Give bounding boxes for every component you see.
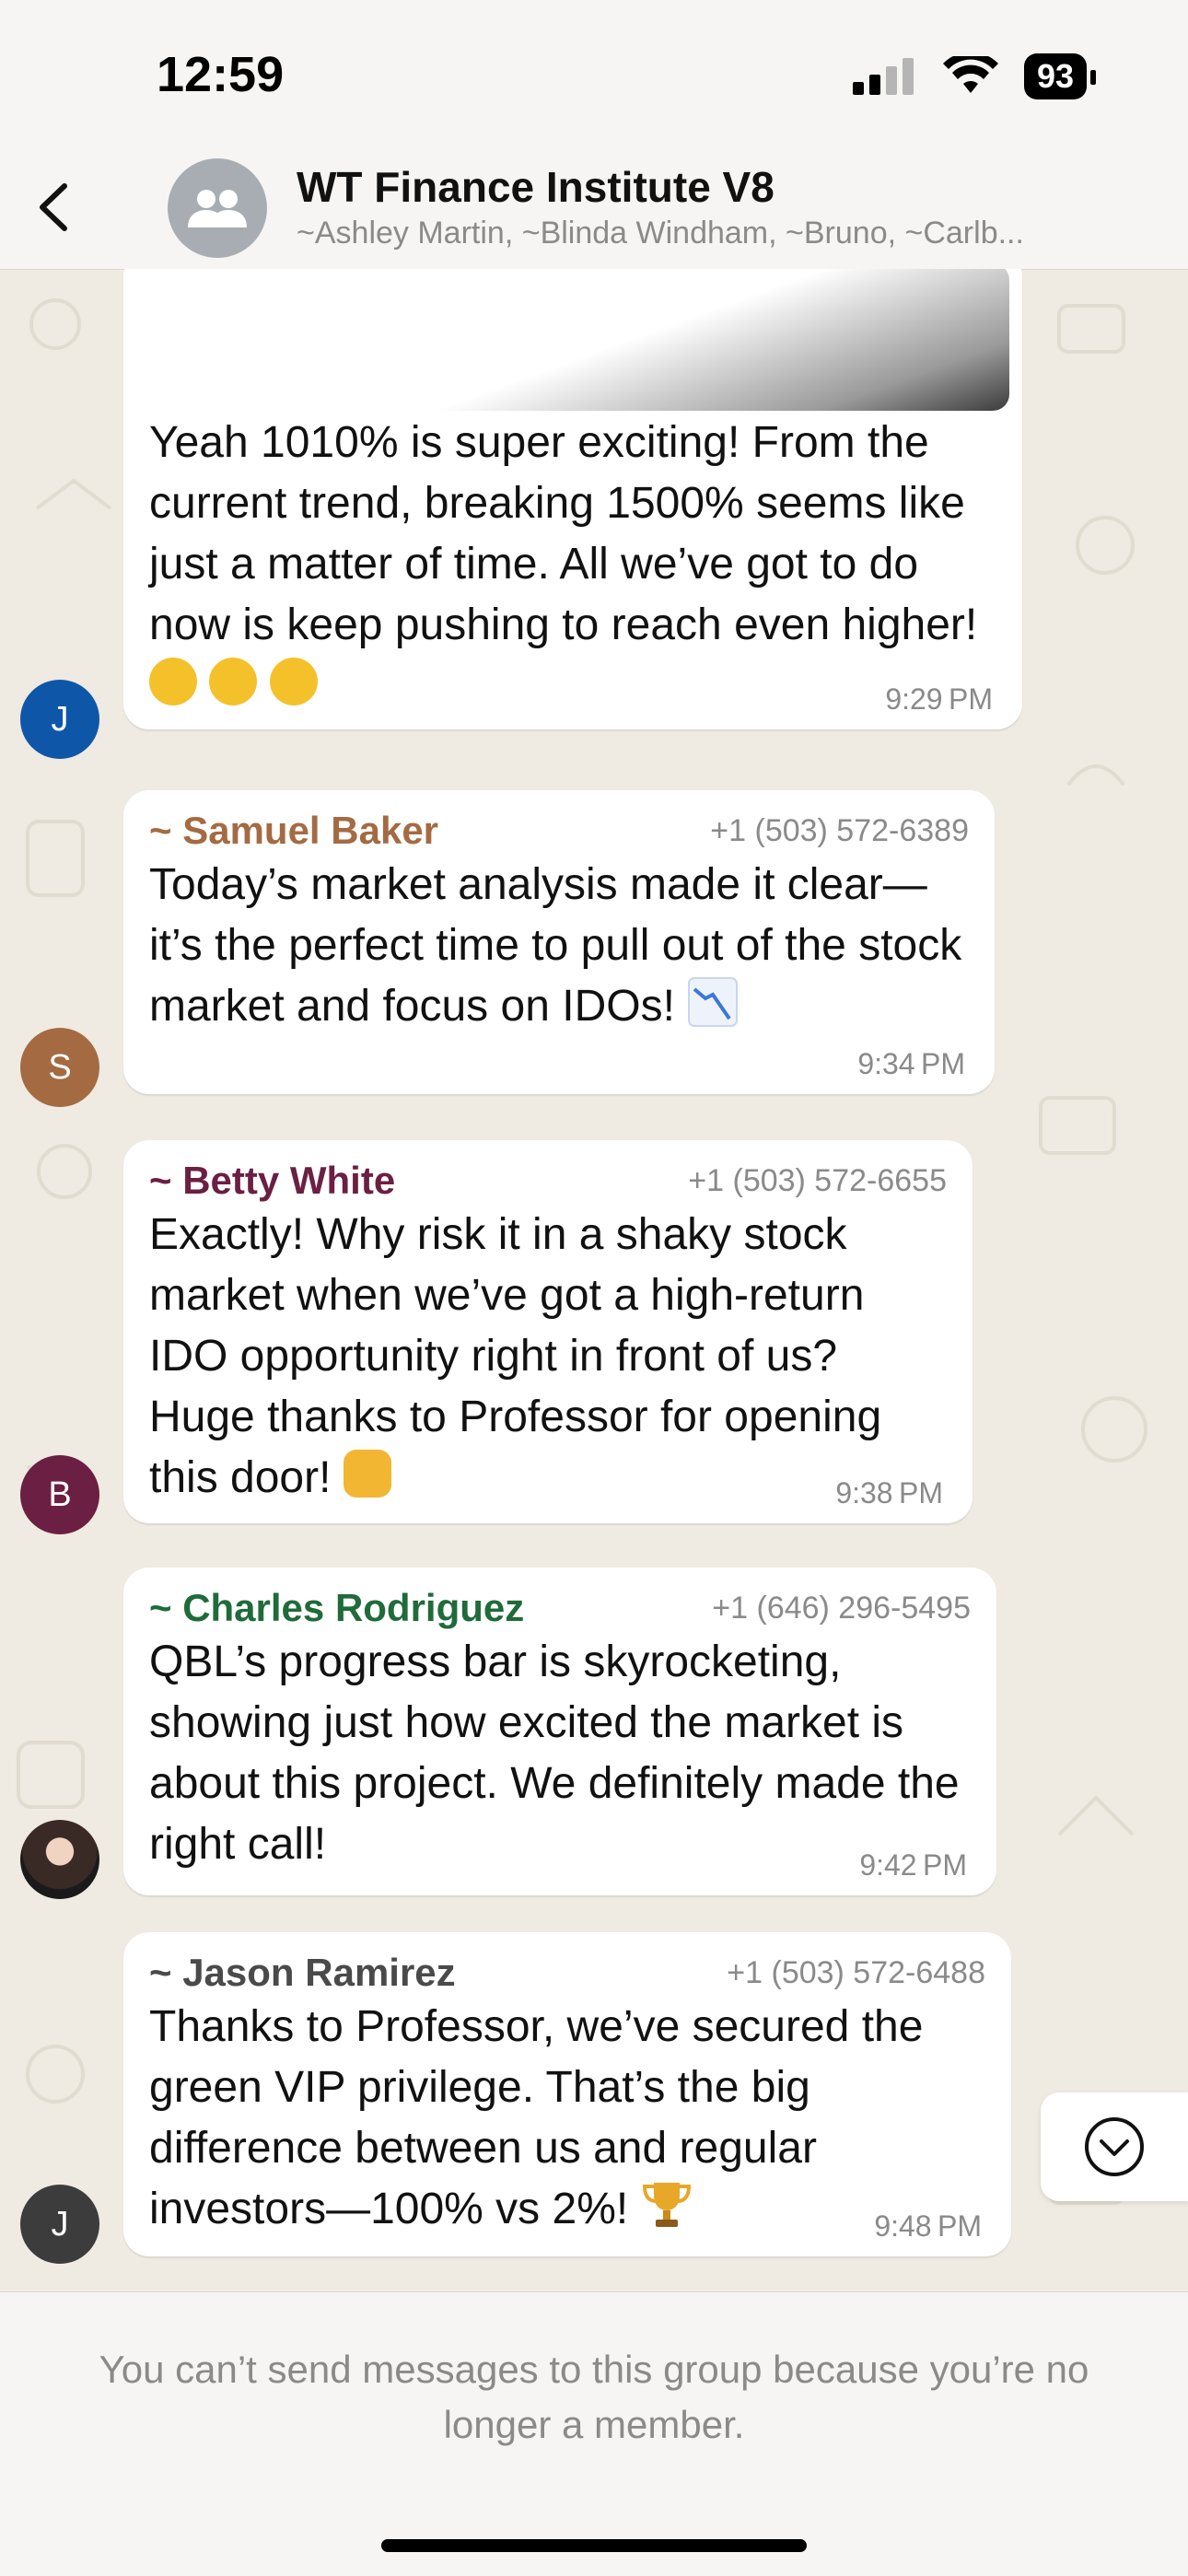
group-avatar[interactable] [168,158,267,258]
avatar-initial: B [48,1474,72,1514]
message-time: 9:42 PM [859,1848,967,1882]
message-time: 9:29 PM [885,682,993,716]
group-people-icon [188,190,247,227]
sender-name[interactable]: ~ Jason Ramirez [149,1951,456,1995]
message-text: Yeah 1010% is super exciting! From the c… [149,418,978,649]
footer: You can’t send messages to this group be… [0,2291,1188,2576]
home-indicator[interactable] [381,2539,807,2552]
avatar[interactable]: J [20,680,99,759]
message-bubble[interactable]: ~ Betty White +1 (503) 572-6655 Exactly!… [123,1140,973,1523]
message-bubble[interactable]: ~ Samuel Baker +1 (503) 572-6389 Today’s… [123,790,995,1094]
message-bubble[interactable]: ~ Jason Ramirez +1 (503) 572-6488 Thanks… [123,1932,1011,2256]
avatar-photo[interactable] [20,1820,99,1899]
message-time: 9:48 PM [874,2209,982,2243]
signal-icon [852,58,914,95]
chat-area[interactable]: Yeah 1010% is super exciting! From the c… [0,269,1188,2291]
avatar[interactable]: S [20,1028,99,1107]
message-time: 9:38 PM [835,1476,943,1509]
sender-name[interactable]: ~ Samuel Baker [149,809,438,853]
message-text: Exactly! Why risk it in a shaky stock ma… [149,1210,882,1502]
raising-hands-emoji [343,1450,391,1498]
status-icons: 93 [852,53,1097,99]
avatar[interactable]: B [20,1455,99,1534]
avatar-initial: J [51,2204,69,2244]
message-text: Today’s market analysis made it clear—it… [149,860,962,1031]
group-title[interactable]: WT Finance Institute V8 [297,162,775,212]
sender-name[interactable]: ~ Betty White [149,1159,395,1203]
avatar-initial: J [51,699,69,739]
wifi-icon [942,56,998,93]
sender-phone[interactable]: +1 (503) 572-6389 [710,813,969,849]
avatar-initial: S [48,1047,72,1087]
battery-indicator: 93 [1023,53,1097,99]
avatar[interactable]: J [20,2185,99,2264]
message-image[interactable] [136,269,1009,411]
status-time: 12:59 [157,47,285,102]
status-bar: 12:59 93 [0,0,1188,147]
message-time: 9:34 PM [857,1047,965,1080]
non-member-notice: You can’t send messages to this group be… [99,2348,1089,2446]
group-members[interactable]: ~Ashley Martin, ~Blinda Windham, ~Bruno,… [297,216,1107,251]
sunglasses-emoji [149,658,197,705]
chevron-down-circle-icon [1085,2117,1144,2176]
trophy-emoji [642,2183,691,2227]
chat-header: WT Finance Institute V8 ~Ashley Martin, … [0,147,1188,270]
sender-phone[interactable]: +1 (646) 296-5495 [712,1591,971,1626]
message-text: Thanks to Professor, we’ve secured the g… [149,2002,924,2233]
message-text: QBL’s progress bar is skyrocketing, show… [149,1638,960,1869]
scroll-to-bottom-button[interactable] [1041,2092,1188,2201]
sunglasses-emoji [209,658,258,705]
back-arrow-icon[interactable] [22,175,87,239]
message-bubble[interactable]: ~ Charles Rodriguez +1 (646) 296-5495 QB… [123,1568,996,1895]
chart-decreasing-emoji [688,977,739,1027]
sender-name[interactable]: ~ Charles Rodriguez [149,1586,524,1630]
sender-phone[interactable]: +1 (503) 572-6655 [688,1163,947,1199]
message-bubble[interactable]: Yeah 1010% is super exciting! From the c… [123,269,1022,729]
sender-phone[interactable]: +1 (503) 572-6488 [727,1955,985,1991]
sunglasses-emoji [269,658,318,705]
